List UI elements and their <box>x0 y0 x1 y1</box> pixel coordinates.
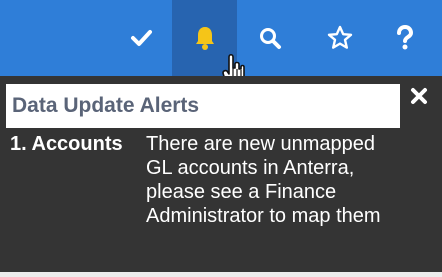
notification-view: Data Update Alerts 1. Accounts There are… <box>0 0 442 277</box>
top-navigation-bar <box>0 0 442 76</box>
search-icon <box>260 28 281 49</box>
search-button[interactable] <box>240 0 300 76</box>
star-icon <box>327 25 353 49</box>
alerts-panel: Data Update Alerts 1. Accounts There are… <box>0 76 442 272</box>
alerts-panel-title: Data Update Alerts <box>6 84 400 128</box>
notifications-button[interactable] <box>172 0 237 76</box>
bottom-divider <box>0 272 442 277</box>
alert-item-message: There are new unmapped GL accounts in An… <box>146 133 381 227</box>
close-button[interactable] <box>407 84 431 108</box>
check-icon <box>131 30 152 46</box>
bell-icon <box>195 27 214 50</box>
check-button[interactable] <box>112 0 170 76</box>
favorites-button[interactable] <box>305 0 375 76</box>
alert-item-label: 1. Accounts <box>10 133 123 155</box>
close-icon <box>411 88 427 104</box>
question-icon <box>397 25 414 50</box>
help-button[interactable] <box>375 0 435 76</box>
alert-item: 1. Accounts There are new unmapped GL ac… <box>10 132 430 228</box>
